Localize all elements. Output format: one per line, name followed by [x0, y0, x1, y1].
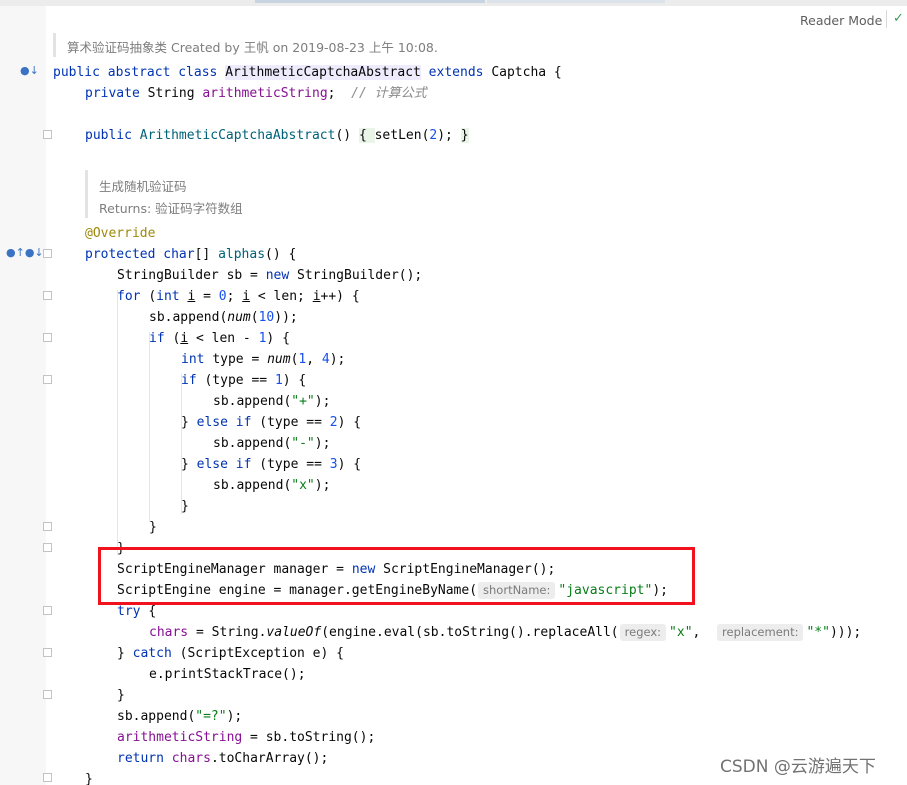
code-line[interactable]: sb.append("-"); — [213, 433, 330, 454]
doc-comment-bar — [53, 33, 56, 57]
code-line-else-if[interactable]: } else if (type == 3) { — [181, 454, 361, 475]
indent-guide — [181, 374, 182, 514]
class-doc-comment: 算术验证码抽象类 Created by 王帆 on 2019-08-23 上午 … — [67, 40, 438, 55]
fold-marker[interactable] — [43, 690, 52, 699]
fold-marker[interactable] — [43, 773, 52, 782]
overridden-methods-icon[interactable]: ●↓ — [20, 64, 39, 77]
editor-gutter[interactable] — [0, 6, 46, 785]
fold-marker[interactable] — [43, 648, 52, 657]
fold-marker[interactable] — [43, 333, 52, 342]
method-doc-returns: Returns: 验证码字符数组 — [99, 201, 243, 216]
code-line-return[interactable]: return chars.toCharArray(); — [117, 748, 328, 769]
fold-marker[interactable] — [43, 606, 52, 615]
inspection-ok-icon[interactable]: ✓ — [893, 11, 904, 26]
code-line-class-declaration[interactable]: public abstract class ArithmeticCaptchaA… — [53, 62, 562, 83]
indent-guide — [149, 332, 150, 522]
code-line[interactable]: sb.append(num(10)); — [149, 307, 298, 328]
tab-indicator — [487, 0, 665, 3]
fold-marker[interactable] — [43, 375, 52, 384]
doc-comment-bar — [85, 170, 88, 218]
code-line[interactable]: sb.append("=?"); — [117, 706, 242, 727]
code-line-if[interactable]: if (i < len - 1) { — [149, 328, 290, 349]
fold-marker[interactable] — [43, 291, 52, 300]
editor-tab-strip[interactable] — [0, 0, 907, 6]
parameter-hint: regex: — [619, 624, 667, 641]
code-line-eval[interactable]: chars = String.valueOf(engine.eval(sb.to… — [149, 622, 861, 643]
code-line-constructor[interactable]: public ArithmeticCaptchaAbstract() { set… — [85, 125, 469, 146]
fold-marker[interactable] — [43, 249, 52, 258]
code-line-field[interactable]: private String arithmeticString; // 计算公式 — [85, 83, 427, 104]
code-line[interactable]: sb.append("+"); — [213, 391, 330, 412]
code-line[interactable]: sb.append("x"); — [213, 475, 330, 496]
fold-marker[interactable] — [43, 543, 52, 552]
code-line-else-if[interactable]: } else if (type == 2) { — [181, 412, 361, 433]
code-line[interactable]: int type = num(1, 4); — [181, 349, 345, 370]
fold-marker[interactable] — [43, 130, 52, 139]
code-line-for-loop[interactable]: for (int i = 0; i < len; i++) { — [117, 286, 360, 307]
indent-guide — [117, 290, 118, 555]
code-line-close-brace[interactable]: } — [117, 685, 125, 706]
toolbar-divider — [886, 10, 887, 28]
code-line-annotation[interactable]: @Override — [85, 223, 155, 244]
highlight-box — [98, 547, 695, 605]
watermark: CSDN @云游遍天下 — [720, 757, 876, 777]
active-tab-indicator — [255, 0, 485, 3]
fold-marker[interactable] — [43, 522, 52, 531]
reader-mode-button[interactable]: Reader Mode — [800, 13, 882, 28]
code-line-close-brace[interactable]: } — [85, 769, 93, 785]
code-line-if[interactable]: if (type == 1) { — [181, 370, 306, 391]
code-line[interactable]: StringBuilder sb = new StringBuilder(); — [117, 265, 422, 286]
code-line-close-brace[interactable]: } — [149, 517, 157, 538]
override-implement-icon[interactable]: ●↑●↓ — [6, 246, 44, 259]
code-line[interactable]: arithmeticString = sb.toString(); — [117, 727, 375, 748]
code-line-method-signature[interactable]: protected char[] alphas() { — [85, 244, 296, 265]
code-line[interactable]: e.printStackTrace(); — [149, 664, 306, 685]
code-line-close-brace[interactable]: } — [181, 496, 189, 517]
parameter-hint: replacement: — [717, 624, 804, 641]
method-doc-summary: 生成随机验证码 — [99, 179, 187, 194]
code-line-catch[interactable]: } catch (ScriptException e) { — [117, 643, 344, 664]
